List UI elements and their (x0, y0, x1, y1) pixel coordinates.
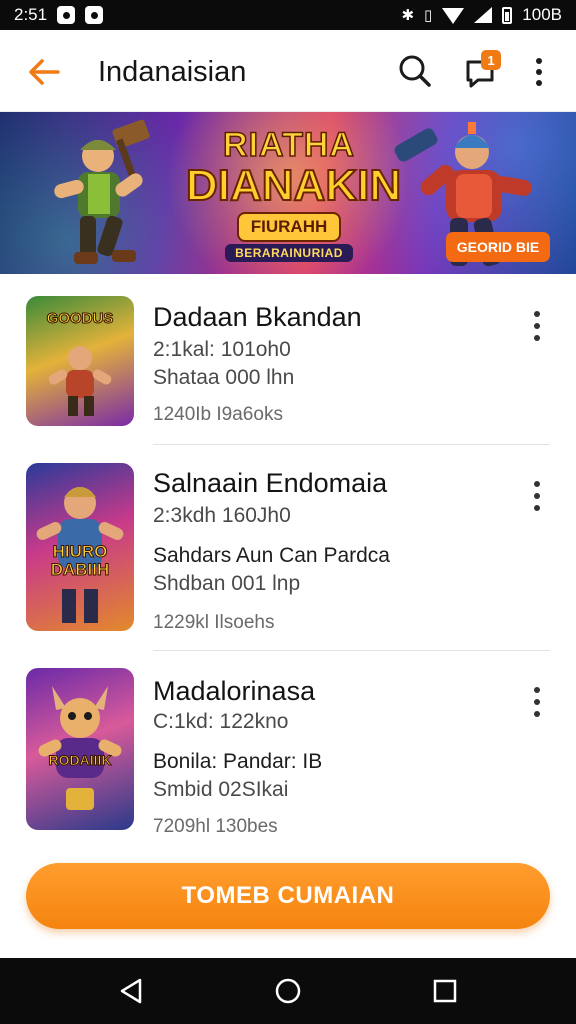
game-title: Salnaain Endomaia (153, 468, 388, 498)
list-item[interactable]: HIURO DABIIH Salnaain Endomaia 2:3kdh 16… (0, 446, 576, 652)
game-footer: 7209hl 130bes (153, 816, 278, 837)
banner-cta-button[interactable]: GEORID BIE (446, 232, 550, 262)
notification-button[interactable]: 1 (462, 50, 502, 90)
status-left: 2:51 (14, 5, 104, 25)
thumbnail-character (48, 346, 112, 416)
thumbnail-label: RODAIIIK (48, 752, 112, 769)
banner-headline-top: RIATHA (222, 126, 355, 164)
game-meta-2: Bonila: Pandar: IB (153, 750, 323, 773)
game-title: Madalorinasa (153, 676, 316, 706)
status-time: 2:51 (14, 5, 48, 24)
game-meta-2: Sahdars Aun Can Pardca (153, 544, 390, 567)
search-icon (399, 55, 431, 87)
game-meta-3: Shataa 000 lhn (153, 366, 295, 389)
page-title: Indanaisian (98, 56, 247, 88)
more-vertical-icon (534, 687, 540, 717)
thumbnail-label: HIURO DABIIH (50, 542, 110, 579)
game-meta-1: C:1kd: 122kno (153, 710, 289, 733)
game-title: Dadaan Bkandan (153, 302, 362, 332)
game-thumbnail: GOODUS (26, 296, 134, 426)
more-vertical-icon (536, 58, 542, 86)
game-meta-3: Shdban 001 lnp (153, 572, 301, 595)
list-divider (153, 444, 550, 445)
notification-badge: 1 (481, 50, 501, 70)
back-button[interactable] (24, 54, 64, 90)
thumbnail-character (38, 686, 122, 810)
game-meta-1: 2:1kal: 101oh0 (153, 338, 291, 361)
more-options-button[interactable] (526, 54, 552, 90)
game-thumbnail: HIURO DABIIH (26, 463, 134, 631)
signal-icon (474, 7, 493, 23)
vibrate-icon: ▯ (424, 7, 433, 24)
back-triangle-icon (120, 978, 142, 1004)
bluetooth-icon: ✱ (401, 7, 415, 24)
app-notification-icon (85, 6, 104, 24)
hammer-warrior-illustration (54, 119, 150, 264)
nav-home-button[interactable] (273, 976, 303, 1006)
home-circle-icon (275, 978, 301, 1004)
app-bar: Indanaisian 1 (0, 30, 576, 112)
search-button[interactable] (396, 52, 434, 90)
status-right: ✱ ▯ 100B (401, 5, 562, 25)
item-more-button[interactable] (525, 476, 549, 516)
promo-banner[interactable]: RIATHA DIANAKIN FIURAHH BERARAINURIAD GE… (0, 112, 576, 274)
nav-back-button[interactable] (116, 976, 146, 1006)
battery-text: 100B (522, 5, 562, 24)
nav-recents-button[interactable] (430, 976, 460, 1006)
primary-cta-button[interactable]: TOMEB CUMAIAN (26, 863, 550, 929)
back-arrow-icon (29, 59, 60, 85)
game-footer: 1240Ib I9a6oks (153, 404, 283, 425)
game-meta-1: 2:3kdh 160Jh0 (153, 504, 291, 527)
battery-icon (502, 6, 513, 24)
status-bar: 2:51 ✱ ▯ 100B (0, 0, 576, 30)
game-footer: 1229kl Ilsoehs (153, 612, 275, 633)
game-meta-3: Smbid 02SIkai (153, 778, 289, 801)
wifi-icon (442, 8, 465, 24)
app-notification-icon (57, 6, 76, 24)
item-more-button[interactable] (525, 306, 549, 346)
list-divider (153, 650, 550, 651)
banner-headline: RIATHA DIANAKIN FIURAHH BERARAINURIAD (185, 126, 402, 262)
banner-headline-main: DIANAKIN (185, 161, 402, 210)
system-nav-bar (0, 958, 576, 1024)
banner-badge: FIURAHH (236, 212, 342, 242)
more-vertical-icon (534, 481, 540, 511)
banner-sub-badge: BERARAINURIAD (225, 244, 353, 262)
list-item[interactable]: RODAIIIK Madalorinasa C:1kd: 122kno Boni… (0, 652, 576, 852)
game-thumbnail: RODAIIIK (26, 668, 134, 830)
recents-square-icon (433, 979, 457, 1003)
more-vertical-icon (534, 311, 540, 341)
list-item[interactable]: GOODUS Dadaan Bkandan 2:1kal: 101oh0 Sha… (0, 274, 576, 446)
item-more-button[interactable] (525, 682, 549, 722)
